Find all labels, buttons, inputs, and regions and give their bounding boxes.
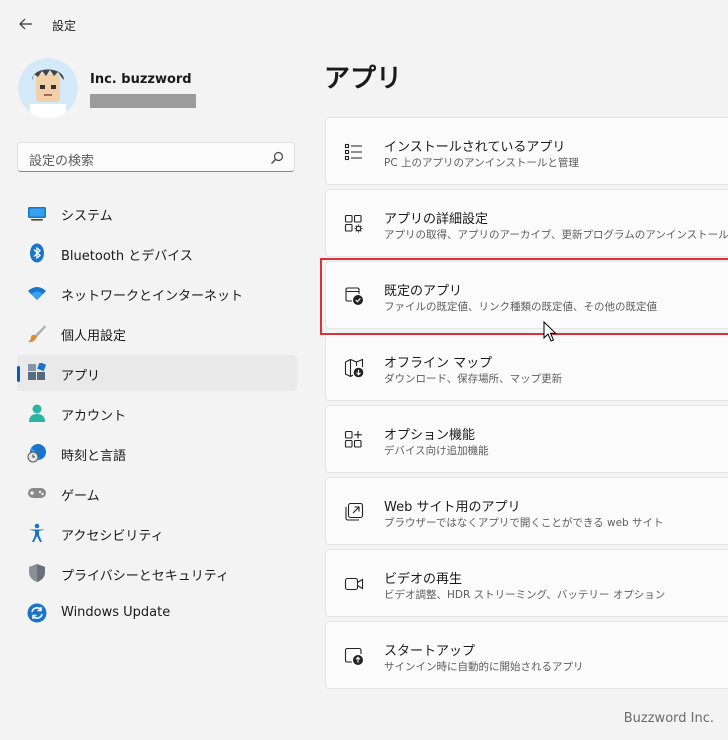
page-title: アプリ [324, 64, 403, 94]
window-title: 設定 [52, 19, 77, 33]
update-icon [27, 603, 47, 623]
brush-icon [28, 325, 46, 343]
add-grid-icon [344, 430, 362, 448]
sidebar-item-network[interactable]: ネットワークとインターネット [17, 275, 297, 311]
sidebar-item-apps[interactable]: アプリ [17, 355, 297, 391]
card-video-playback[interactable]: ビデオの再生 ビデオ調整、HDR ストリーミング、バッテリー オプション [325, 549, 728, 617]
card-installed-apps[interactable]: インストールされているアプリ PC 上のアプリのアンインストールと管理 [325, 117, 728, 185]
sidebar-item-personalization[interactable]: 個人用設定 [17, 315, 297, 351]
sidebar-item-bluetooth[interactable]: Bluetooth とデバイス [17, 235, 297, 271]
sidebar-item-label: Windows Update [61, 605, 171, 620]
sidebar-item-system[interactable]: システム [17, 195, 297, 231]
card-title: オフライン マップ [384, 356, 493, 371]
sidebar-item-label: システム [61, 209, 113, 224]
sidebar-item-label: プライバシーとセキュリティ [61, 569, 229, 584]
sidebar-item-label: アクセシビリティ [61, 529, 164, 544]
sidebar-item-label: 時刻と言語 [61, 449, 127, 464]
shield-icon [29, 564, 45, 582]
user-name: Inc. buzzword [90, 72, 192, 87]
sidebar-item-accessibility[interactable]: アクセシビリティ [17, 515, 297, 551]
card-title: オプション機能 [384, 428, 476, 443]
user-email-redacted [90, 94, 196, 108]
card-subtitle: アプリの取得、アプリのアーカイブ、更新プログラムのアンインストールを行う [384, 229, 728, 241]
card-subtitle: ダウンロード、保存場所、マップ更新 [384, 373, 563, 385]
avatar[interactable] [18, 58, 78, 118]
sidebar-item-windows-update[interactable]: Windows Update [17, 595, 297, 631]
sidebar-item-label: アカウント [61, 409, 127, 424]
list-icon [344, 143, 362, 161]
mouse-cursor-icon [543, 321, 557, 342]
card-title: インストールされているアプリ [384, 140, 566, 155]
sidebar-item-label: Bluetooth とデバイス [61, 249, 193, 264]
bluetooth-icon [30, 243, 44, 263]
card-subtitle: ブラウザーではなくアプリで開くことができる web サイト [384, 517, 664, 529]
search-icon [271, 151, 284, 164]
card-title: アプリの詳細設定 [384, 212, 489, 227]
card-subtitle: サインイン時に自動的に開始されるアプリ [384, 661, 584, 673]
selection-indicator [17, 366, 20, 382]
card-advanced-app-settings[interactable]: アプリの詳細設定 アプリの取得、アプリのアーカイブ、更新プログラムのアンインスト… [325, 189, 728, 257]
sidebar-item-gaming[interactable]: ゲーム [17, 475, 297, 511]
globe-clock-icon [27, 444, 46, 463]
sidebar-item-accounts[interactable]: アカウント [17, 395, 297, 431]
card-title: スタートアップ [384, 644, 476, 659]
card-subtitle: デバイス向け追加機能 [384, 445, 489, 457]
sidebar-item-time-language[interactable]: 時刻と言語 [17, 435, 297, 471]
open-external-icon [345, 502, 364, 521]
account-icon [29, 404, 45, 422]
card-subtitle: ビデオ調整、HDR ストリーミング、バッテリー オプション [384, 589, 666, 601]
search-input[interactable]: 設定の検索 [17, 142, 295, 172]
card-offline-maps[interactable]: オフライン マップ ダウンロード、保存場所、マップ更新 [325, 333, 728, 401]
sidebar-nav: システム Bluetooth とデバイス ネットワークとインターネット 個人用設… [17, 195, 297, 635]
title-bar: 設定 [0, 0, 728, 48]
sidebar-item-label: 個人用設定 [61, 329, 127, 344]
annotation-highlight-box [320, 258, 728, 335]
card-subtitle: PC 上のアプリのアンインストールと管理 [384, 157, 579, 169]
search-placeholder: 設定の検索 [29, 154, 95, 169]
startup-icon [344, 647, 363, 665]
back-button[interactable] [14, 12, 38, 36]
card-apps-for-websites[interactable]: Web サイト用のアプリ ブラウザーではなくアプリで開くことができる web サ… [325, 477, 728, 545]
video-icon [344, 577, 364, 591]
gamepad-icon [28, 488, 46, 498]
map-download-icon [344, 358, 364, 378]
card-title: Web サイト用のアプリ [384, 500, 521, 515]
system-icon [28, 207, 46, 221]
wifi-icon [28, 287, 46, 300]
sidebar-item-label: ネットワークとインターネット [61, 289, 244, 304]
sidebar-item-label: ゲーム [61, 489, 100, 504]
watermark: Buzzword Inc. [623, 711, 714, 726]
apps-icon [28, 363, 47, 380]
card-startup[interactable]: スタートアップ サインイン時に自動的に開始されるアプリ [325, 621, 728, 689]
card-title: ビデオの再生 [384, 572, 463, 587]
accessibility-icon [29, 523, 45, 542]
sidebar-item-privacy[interactable]: プライバシーとセキュリティ [17, 555, 297, 591]
sidebar-item-label: アプリ [61, 369, 101, 384]
card-optional-features[interactable]: オプション機能 デバイス向け追加機能 [325, 405, 728, 473]
app-settings-icon [344, 214, 363, 233]
back-arrow-icon [19, 18, 32, 30]
